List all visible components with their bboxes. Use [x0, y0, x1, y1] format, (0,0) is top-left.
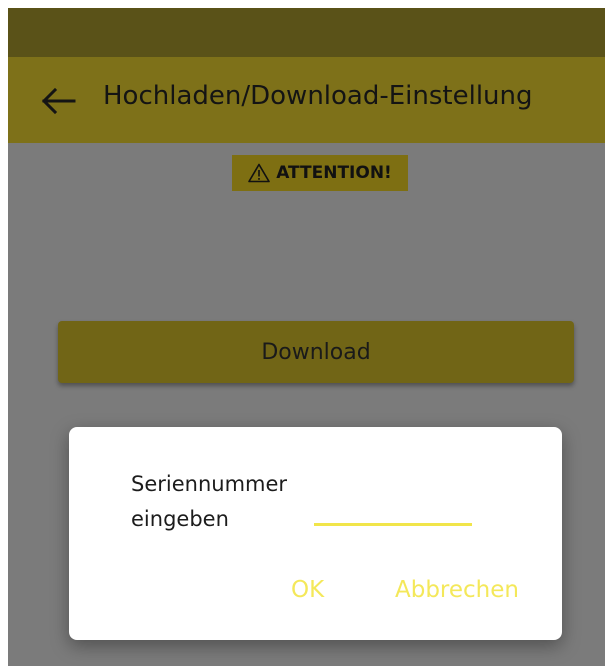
warning-triangle-icon	[248, 163, 270, 183]
serial-number-label-line1: Seriennummer	[131, 472, 288, 496]
serial-number-input[interactable]	[314, 497, 472, 526]
arrow-left-icon[interactable]	[40, 87, 76, 115]
ok-button[interactable]: OK	[291, 577, 324, 603]
attention-badge: ATTENTION!	[232, 155, 408, 191]
serial-number-label-line2: eingeben	[131, 507, 229, 531]
serial-number-dialog: Seriennummer eingeben OK Abbrechen	[69, 427, 562, 640]
serial-number-label: Seriennummer eingeben	[131, 467, 321, 537]
app-screen: Hochladen/Download-Einstellung ATTENTION…	[8, 8, 605, 666]
attention-label: ATTENTION!	[276, 163, 392, 183]
download-button[interactable]: Download	[58, 321, 574, 383]
cancel-button[interactable]: Abbrechen	[395, 577, 519, 603]
page-title: Hochladen/Download-Einstellung	[103, 81, 533, 111]
status-bar	[8, 8, 605, 57]
app-bar: Hochladen/Download-Einstellung	[8, 57, 605, 143]
